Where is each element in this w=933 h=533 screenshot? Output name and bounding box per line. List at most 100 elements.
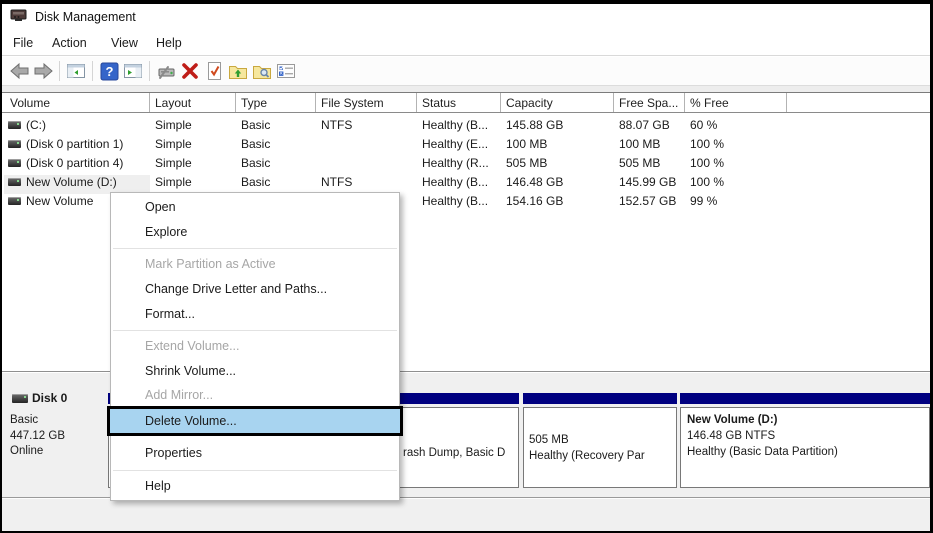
- back-icon[interactable]: [7, 59, 31, 83]
- cell-capacity: 100 MB: [506, 137, 547, 151]
- partition-status: Healthy (Basic Data Partition): [687, 444, 929, 460]
- menu-bar: File Action View Help: [2, 30, 930, 56]
- volume-icon: [8, 197, 21, 205]
- table-row-selected[interactable]: New Volume (D:) Simple Basic NTFS Health…: [2, 173, 930, 192]
- check-document-icon[interactable]: [202, 59, 226, 83]
- cell-fs: NTFS: [321, 118, 352, 132]
- context-menu: Open Explore Mark Partition as Active Ch…: [110, 192, 400, 501]
- disk-type: Basic: [10, 413, 65, 429]
- col-volume[interactable]: Volume: [10, 96, 50, 110]
- menu-item-explore[interactable]: Explore: [111, 220, 399, 245]
- show-action-pane-icon[interactable]: [121, 59, 145, 83]
- table-row[interactable]: (C:) Simple Basic NTFS Healthy (B... 145…: [2, 116, 930, 135]
- title-bar: Disk Management: [2, 4, 930, 30]
- column-divider[interactable]: [235, 93, 236, 112]
- menu-item-shrink-volume[interactable]: Shrink Volume...: [111, 359, 399, 384]
- folder-search-icon[interactable]: [250, 59, 274, 83]
- menu-item-change-drive-letter[interactable]: Change Drive Letter and Paths...: [111, 277, 399, 302]
- menu-help[interactable]: Help: [156, 36, 182, 50]
- column-divider[interactable]: [149, 93, 150, 112]
- volume-icon: [8, 121, 21, 129]
- col-file-system[interactable]: File System: [321, 96, 384, 110]
- menu-separator: [113, 248, 397, 249]
- col-status[interactable]: Status: [422, 96, 456, 110]
- toolbar-separator: [59, 61, 60, 81]
- menu-item-delete-volume[interactable]: Delete Volume...: [110, 409, 400, 433]
- cell-layout: Simple: [155, 137, 192, 151]
- app-icon: [10, 8, 27, 27]
- disk-status: Online: [10, 444, 65, 460]
- menu-separator: [113, 330, 397, 331]
- cell-status: Healthy (B...: [422, 194, 488, 208]
- partition-d[interactable]: New Volume (D:) 146.48 GB NTFS Healthy (…: [680, 393, 930, 488]
- col-type[interactable]: Type: [241, 96, 267, 110]
- col-layout[interactable]: Layout: [155, 96, 191, 110]
- cell-capacity: 146.48 GB: [506, 175, 563, 189]
- table-row[interactable]: (Disk 0 partition 4) Simple Basic Health…: [2, 154, 930, 173]
- disk-size: 447.12 GB: [10, 429, 65, 445]
- partition-size: 505 MB: [529, 432, 676, 448]
- cell-status: Healthy (B...: [422, 118, 488, 132]
- menu-separator: [113, 470, 397, 471]
- disk-configure-icon[interactable]: [154, 59, 178, 83]
- cell-pct-free: 100 %: [690, 156, 724, 170]
- menu-view[interactable]: View: [111, 36, 138, 50]
- partition-size: 146.48 GB NTFS: [687, 428, 929, 444]
- menu-item-extend-volume: Extend Volume...: [111, 334, 399, 359]
- volume-icon: [8, 140, 21, 148]
- col-free-space[interactable]: Free Spa...: [619, 96, 678, 110]
- delete-icon[interactable]: [178, 59, 202, 83]
- menu-item-mark-partition-active: Mark Partition as Active: [111, 252, 399, 277]
- cell-layout: Simple: [155, 156, 192, 170]
- menu-item-properties[interactable]: Properties: [111, 439, 399, 467]
- cell-pct-free: 60 %: [690, 118, 717, 132]
- cell-pct-free: 100 %: [690, 137, 724, 151]
- cell-status: Healthy (B...: [422, 175, 488, 189]
- partition-c-text: rash Dump, Basic D: [403, 447, 505, 459]
- disk-management-window: Disk Management File Action View Help: [0, 0, 933, 533]
- cell-free: 145.99 GB: [619, 175, 676, 189]
- menu-item-open[interactable]: Open: [111, 195, 399, 220]
- toolbar-separator: [92, 61, 93, 81]
- menu-file[interactable]: File: [13, 36, 33, 50]
- menu-item-format[interactable]: Format...: [111, 302, 399, 327]
- cell-fs: NTFS: [321, 175, 352, 189]
- column-divider[interactable]: [315, 93, 316, 112]
- partition-recovery[interactable]: 505 MB Healthy (Recovery Par: [523, 393, 677, 488]
- menu-item-help[interactable]: Help: [111, 474, 399, 498]
- volume-list-header: Volume Layout Type File System Status Ca…: [2, 92, 930, 113]
- window-title: Disk Management: [35, 10, 136, 24]
- column-divider[interactable]: [684, 93, 685, 112]
- cell-free: 505 MB: [619, 156, 660, 170]
- partition-name: New Volume (D:): [687, 412, 929, 428]
- forward-icon[interactable]: [31, 59, 55, 83]
- delete-volume-highlight-box: Delete Volume...: [107, 406, 403, 436]
- column-divider[interactable]: [613, 93, 614, 112]
- partition-color-band: [680, 393, 930, 404]
- menu-action[interactable]: Action: [52, 36, 87, 50]
- column-divider[interactable]: [786, 93, 787, 112]
- cell-free: 152.57 GB: [619, 194, 676, 208]
- cell-layout: Simple: [155, 118, 192, 132]
- checklist-icon[interactable]: [274, 59, 298, 83]
- cell-volume: (Disk 0 partition 4): [26, 156, 123, 170]
- cell-type: Basic: [241, 175, 270, 189]
- partition-status: Healthy (Recovery Par: [529, 448, 676, 464]
- cell-volume: New Volume (D:): [26, 175, 117, 189]
- table-row[interactable]: (Disk 0 partition 1) Simple Basic Health…: [2, 135, 930, 154]
- cell-status: Healthy (E...: [422, 137, 488, 151]
- svg-text:?: ?: [105, 64, 113, 79]
- folder-up-icon[interactable]: [226, 59, 250, 83]
- cell-pct-free: 100 %: [690, 175, 724, 189]
- toolbar-separator: [149, 61, 150, 81]
- show-console-tree-icon[interactable]: [64, 59, 88, 83]
- help-icon[interactable]: ?: [97, 59, 121, 83]
- cell-free: 88.07 GB: [619, 118, 670, 132]
- col-capacity[interactable]: Capacity: [506, 96, 553, 110]
- cell-volume: (C:): [26, 118, 46, 132]
- cell-capacity: 505 MB: [506, 156, 547, 170]
- col-pct-free[interactable]: % Free: [690, 96, 729, 110]
- menu-item-add-mirror: Add Mirror...: [111, 384, 399, 406]
- column-divider[interactable]: [416, 93, 417, 112]
- column-divider[interactable]: [500, 93, 501, 112]
